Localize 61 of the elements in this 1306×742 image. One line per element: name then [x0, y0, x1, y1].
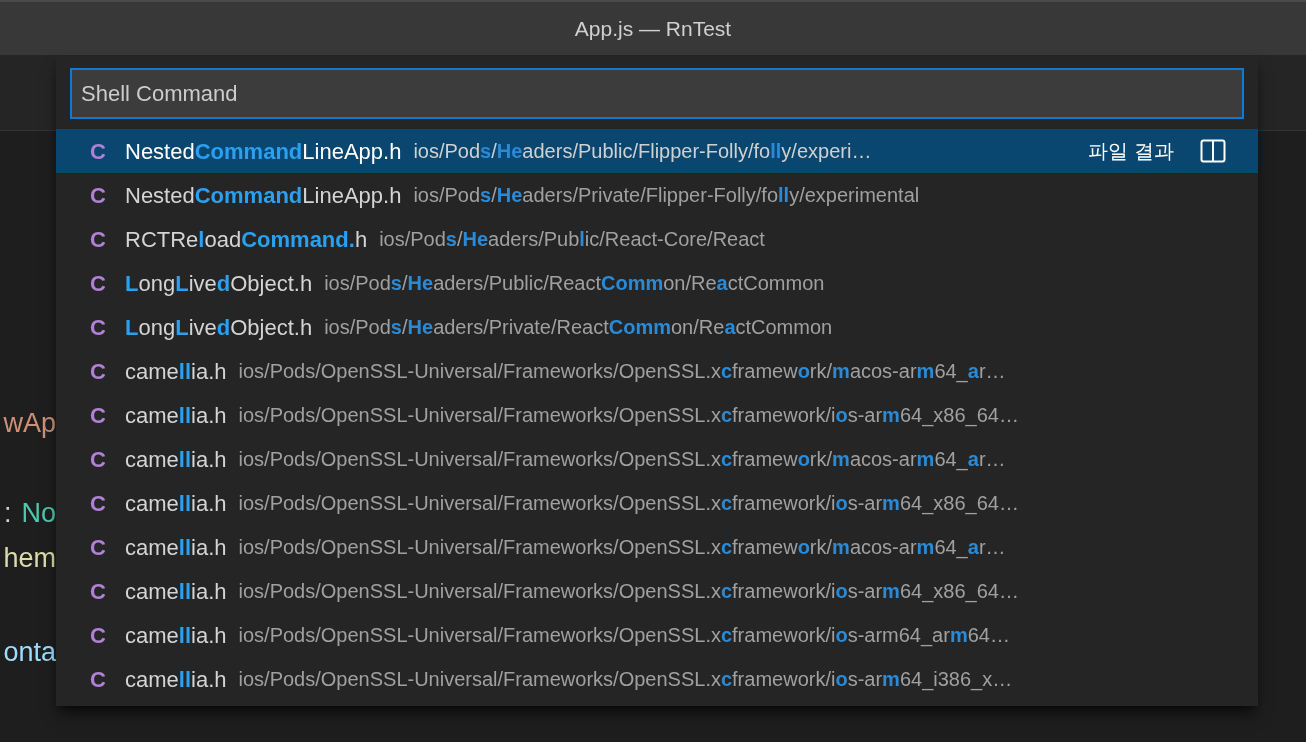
file-name: camellia.h	[125, 489, 227, 518]
file-path: ios/Pods/Headers/Public/Flipper-Folly/folly/experi…	[413, 139, 872, 164]
class-icon: C	[90, 574, 125, 608]
file-path: ios/Pods/OpenSSL-Universal/Frameworks/OpenSSL.xcframework/macos-arm64_ar…	[238, 535, 1006, 561]
result-row[interactable]: C RCTReloadCommand.h ios/Pods/Headers/Public/React-Core/React	[56, 217, 1258, 261]
search-field[interactable]: Shell Command	[70, 68, 1244, 119]
file-name: camellia.h	[125, 401, 227, 430]
result-row[interactable]: C camellia.h ios/Pods/OpenSSL-Universal/Frameworks/OpenSSL.xcframework/macos-arm64_ar…	[56, 349, 1258, 393]
class-icon: C	[90, 310, 125, 344]
result-label: 파일 결과	[1088, 139, 1174, 164]
file-name: camellia.h	[125, 621, 227, 650]
split-editor-icon[interactable]	[1200, 139, 1226, 163]
class-icon: C	[90, 398, 125, 432]
file-path: ios/Pods/OpenSSL-Universal/Frameworks/OpenSSL.xcframework/macos-arm64_ar…	[238, 447, 1006, 473]
class-icon: C	[90, 134, 125, 168]
file-name: NestedCommandLineApp.h	[125, 181, 402, 210]
file-name: RCTReloadCommand.h	[125, 225, 368, 254]
file-name: camellia.h	[125, 533, 227, 562]
result-row[interactable]: C camellia.h ios/Pods/OpenSSL-Universal/Frameworks/OpenSSL.xcframework/ios-arm64_x86_64…	[56, 569, 1258, 613]
file-path: ios/Pods/OpenSSL-Universal/Frameworks/OpenSSL.xcframework/ios-arm64_i386_x…	[238, 667, 1013, 693]
result-row[interactable]: C camellia.h ios/Pods/OpenSSL-Universal/Frameworks/OpenSSL.xcframework/macos-arm64_ar…	[56, 437, 1258, 481]
result-row[interactable]: C camellia.h ios/Pods/OpenSSL-Universal/Frameworks/OpenSSL.xcframework/ios-arm64_arm64…	[56, 613, 1258, 657]
result-row[interactable]: C camellia.h ios/Pods/OpenSSL-Universal/Frameworks/OpenSSL.xcframework/ios-arm64_x86_64…	[56, 481, 1258, 525]
file-name: camellia.h	[125, 445, 227, 474]
window-title: App.js — RnTest	[574, 15, 732, 42]
code-text: No	[21, 497, 56, 529]
result-row[interactable]: C NestedCommandLineApp.h ios/Pods/Headers/Public/Flipper-Folly/folly/experi… 파일 결과	[56, 129, 1258, 173]
file-name: camellia.h	[125, 665, 227, 694]
result-row[interactable]: C NestedCommandLineApp.h ios/Pods/Headers/Private/Flipper-Folly/folly/experimental	[56, 173, 1258, 217]
class-icon: C	[90, 354, 125, 388]
file-path: ios/Pods/Headers/Public/React-Core/React	[379, 227, 765, 252]
file-name: NestedCommandLineApp.h	[125, 137, 402, 166]
file-path: ios/Pods/OpenSSL-Universal/Frameworks/OpenSSL.xcframework/ios-arm64_x86_64…	[238, 579, 1019, 605]
file-name: camellia.h	[125, 357, 227, 386]
file-path: ios/Pods/OpenSSL-Universal/Frameworks/OpenSSL.xcframework/macos-arm64_ar…	[238, 359, 1006, 385]
class-icon: C	[90, 442, 125, 476]
class-icon: C	[90, 662, 125, 696]
code-text: onta	[3, 636, 56, 668]
result-row[interactable]: C camellia.h ios/Pods/OpenSSL-Universal/Frameworks/OpenSSL.xcframework/ios-arm64_i386_x…	[56, 657, 1258, 701]
file-name: LongLivedObject.h	[125, 313, 313, 342]
class-icon: C	[90, 530, 125, 564]
class-icon: C	[90, 266, 125, 300]
file-path: ios/Pods/Headers/Private/Flipper-Folly/folly/experimental	[413, 183, 920, 208]
code-text: wAp	[3, 407, 56, 439]
file-path: ios/Pods/Headers/Private/ReactCommon/ReactCommon	[324, 315, 833, 340]
result-row[interactable]: C camellia.h ios/Pods/OpenSSL-Universal/Frameworks/OpenSSL.xcframework/macos-arm64_ar…	[56, 525, 1258, 569]
file-name: LongLivedObject.h	[125, 269, 313, 298]
file-name: camellia.h	[125, 577, 227, 606]
class-icon: C	[90, 222, 125, 256]
result-row[interactable]: C LongLivedObject.h ios/Pods/Headers/Private/ReactCommon/ReactCommon	[56, 305, 1258, 349]
class-icon: C	[90, 178, 125, 212]
result-row[interactable]: C LongLivedObject.h ios/Pods/Headers/Public/ReactCommon/ReactCommon	[56, 261, 1258, 305]
file-path: ios/Pods/OpenSSL-Universal/Frameworks/OpenSSL.xcframework/ios-arm64_x86_64…	[238, 491, 1019, 517]
file-path: ios/Pods/OpenSSL-Universal/Frameworks/OpenSSL.xcframework/ios-arm64_x86_64…	[238, 403, 1019, 429]
file-path: ios/Pods/OpenSSL-Universal/Frameworks/OpenSSL.xcframework/ios-arm64_arm64…	[238, 623, 1010, 649]
class-icon: C	[90, 486, 125, 520]
file-path: ios/Pods/Headers/Public/ReactCommon/ReactCommon	[324, 271, 825, 296]
code-text: hem	[3, 542, 56, 574]
class-icon: C	[90, 618, 125, 652]
result-row[interactable]: C camellia.h ios/Pods/OpenSSL-Universal/Frameworks/OpenSSL.xcframework/ios-arm64_x86_64…	[56, 393, 1258, 437]
code-text: :	[3, 497, 12, 529]
